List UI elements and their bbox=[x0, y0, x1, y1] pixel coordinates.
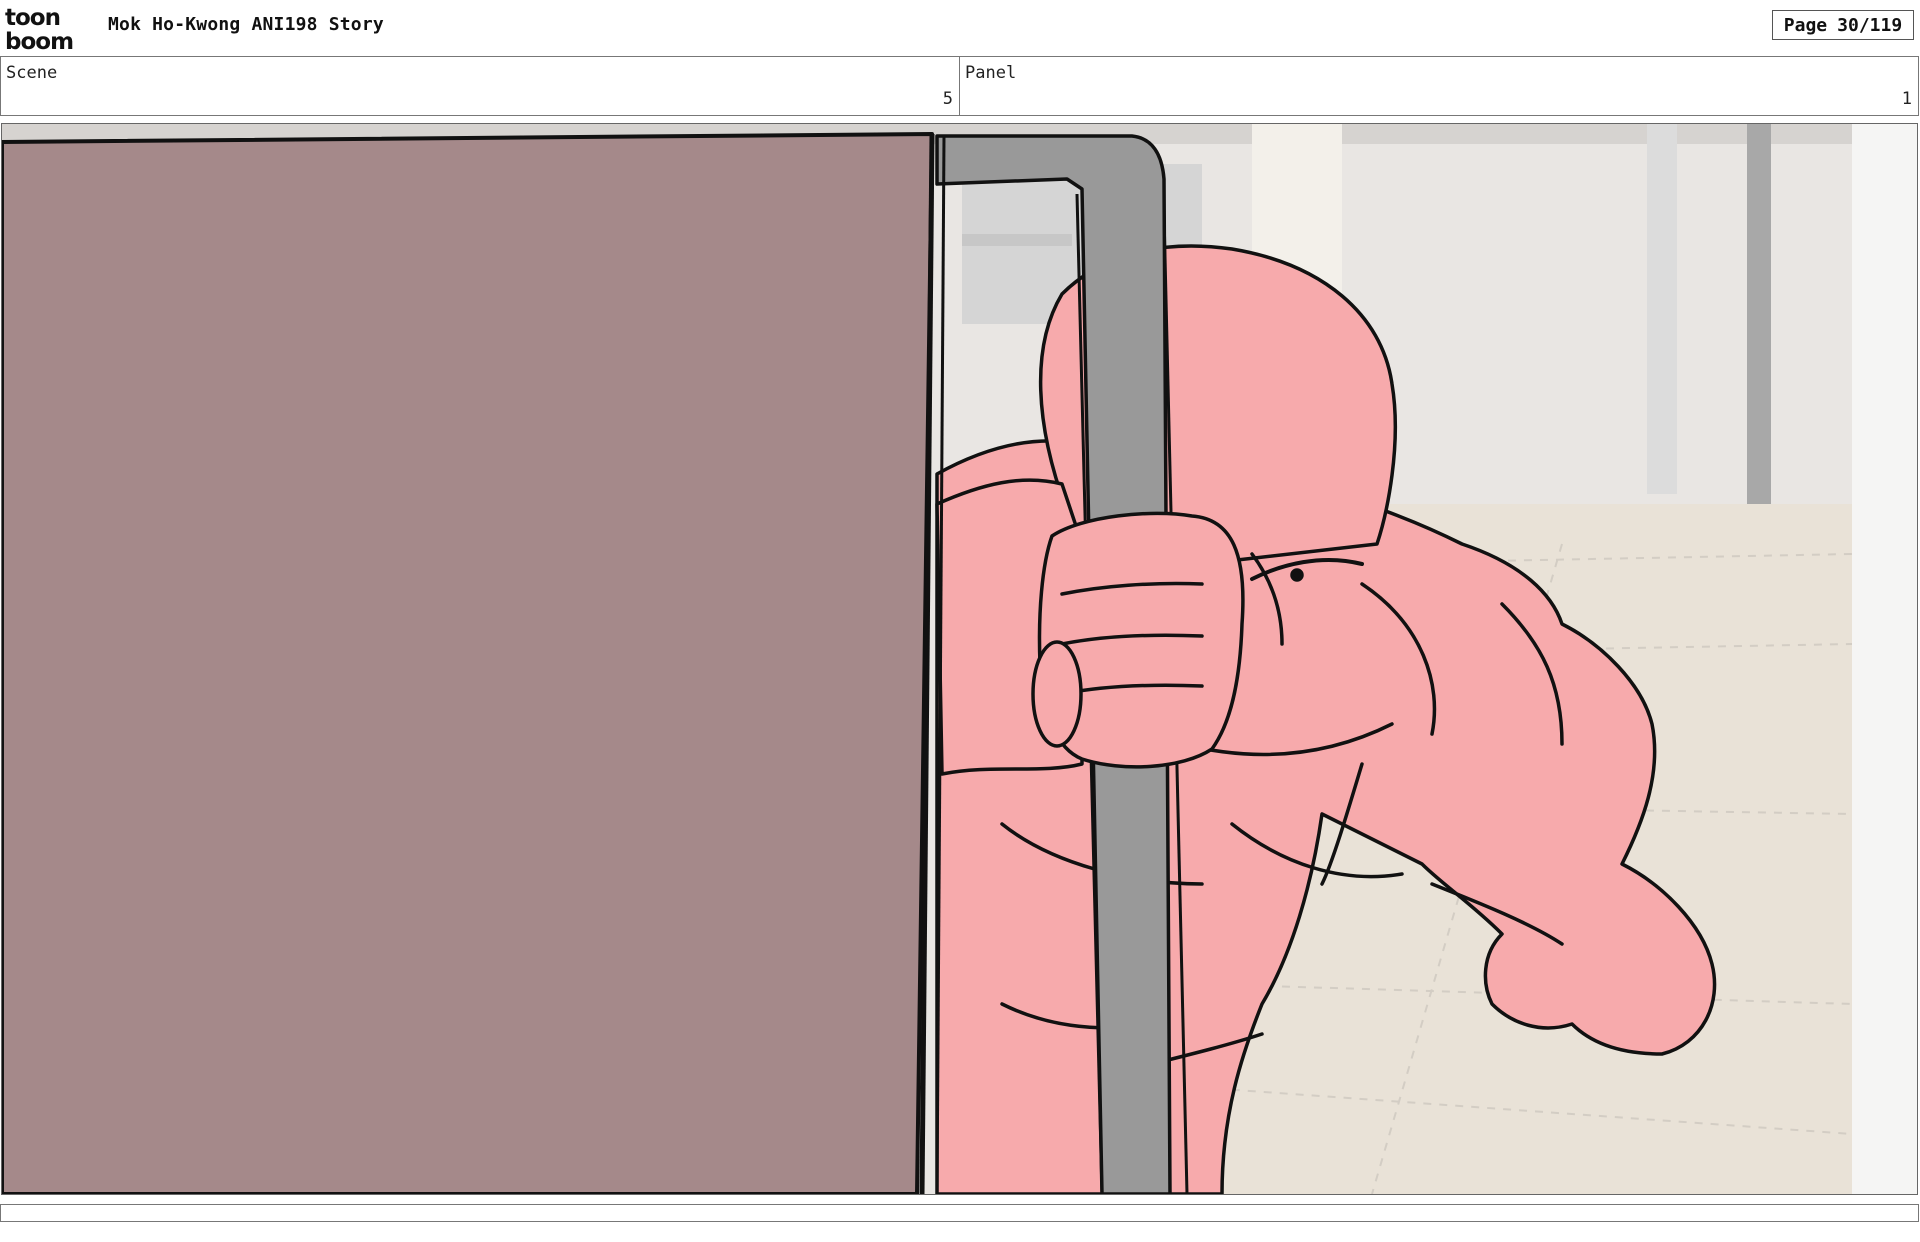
scene-panel-row: Scene 5 Panel 1 bbox=[0, 56, 1919, 116]
page-label: Page bbox=[1783, 14, 1828, 36]
character-eye-pupil bbox=[1290, 568, 1304, 582]
fist-thumb bbox=[1031, 640, 1083, 748]
dialogue-bar bbox=[0, 1204, 1919, 1222]
foreground-wall bbox=[2, 132, 946, 1194]
page-number: 30/119 bbox=[1837, 14, 1903, 36]
logo-text-bottom: boom bbox=[5, 29, 73, 52]
scene-label: Scene bbox=[6, 63, 58, 83]
wall-right bbox=[1852, 124, 1917, 1194]
pipe-background bbox=[962, 234, 1072, 246]
toonboom-logo: toon boom bbox=[5, 5, 74, 52]
header: toon boom Mok Ho-Kwong ANI198 Story Page… bbox=[0, 0, 1920, 56]
pillar-right-dark bbox=[1747, 124, 1771, 504]
project-title: Mok Ho-Kwong ANI198 Story bbox=[108, 14, 384, 35]
scene-field: Scene 5 bbox=[0, 57, 960, 115]
panel-label: Panel bbox=[965, 63, 1017, 83]
logo-text-top: toon bbox=[5, 5, 60, 31]
character-fist bbox=[1031, 511, 1245, 769]
panel-field: Panel 1 bbox=[960, 57, 1919, 115]
storyboard-drawing bbox=[2, 124, 1917, 1194]
pillar-right bbox=[1647, 124, 1677, 494]
wall-surface bbox=[2, 132, 934, 1194]
storyboard-panel-frame bbox=[1, 123, 1918, 1195]
panel-number: 1 bbox=[1901, 89, 1912, 109]
page-indicator: Page 30/119 bbox=[1772, 10, 1914, 40]
scene-number: 5 bbox=[942, 89, 953, 109]
